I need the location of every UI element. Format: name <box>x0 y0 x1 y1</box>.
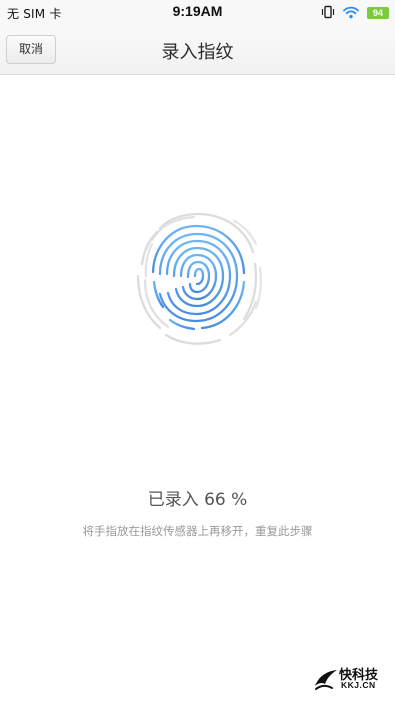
enroll-progress-text: 已录入 66 % <box>147 490 248 510</box>
title-bar: 取消 录入指纹 <box>0 26 395 75</box>
wifi-icon <box>343 4 359 23</box>
vibrate-icon <box>321 4 335 23</box>
fingerprint-enroll-screen: 无 SIM 卡 9:19AM 94 取消 录入指纹 已录入 66 % 将手指放在… <box>0 0 395 702</box>
instruction-text: 将手指放在指纹传感器上再移开，重复此步骤 <box>82 524 313 538</box>
fingerprint-icon <box>130 206 265 346</box>
status-icons: 94 <box>321 5 389 21</box>
page-title: 录入指纹 <box>161 42 234 63</box>
watermark-domain: KKJ.CN <box>341 680 376 690</box>
watermark: 快科技 KKJ.CN <box>313 664 385 694</box>
battery-icon: 94 <box>367 7 389 19</box>
status-bar: 无 SIM 卡 9:19AM 94 <box>0 0 395 26</box>
watermark-logo-icon <box>315 670 337 690</box>
